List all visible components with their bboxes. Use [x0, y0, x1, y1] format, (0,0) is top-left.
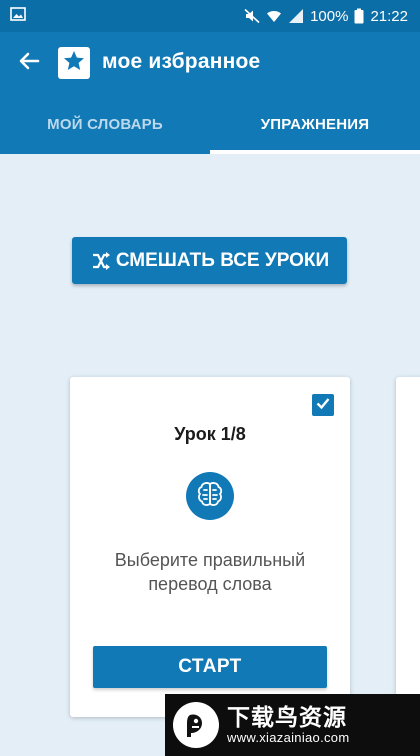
check-icon	[315, 395, 331, 416]
next-lesson-card[interactable]	[396, 377, 420, 717]
tab-exercises[interactable]: УПРАЖНЕНИЯ	[210, 94, 420, 154]
tab-my-dictionary[interactable]: МОЙ СЛОВАРЬ	[0, 94, 210, 154]
battery-percent: 100%	[310, 7, 349, 25]
battery-icon	[354, 8, 364, 24]
site-watermark: 下载鸟资源 www.xiazainiao.com	[165, 694, 420, 756]
mix-all-lessons-button[interactable]: СМЕШАТЬ ВСЕ УРОКИ	[72, 237, 347, 284]
wifi-icon	[266, 8, 282, 24]
app-bar: мое избранное	[0, 32, 420, 94]
exercise-description: Выберите правильный перевод слова	[114, 550, 306, 594]
lesson-checkbox[interactable]	[312, 394, 334, 416]
selected-tab-indicator	[210, 150, 420, 154]
brain-icon	[195, 479, 225, 514]
signal-icon	[288, 8, 304, 24]
page-title: мое избранное	[102, 50, 261, 73]
tab-bar: МОЙ СЛОВАРЬ УПРАЖНЕНИЯ	[0, 94, 420, 154]
start-button[interactable]: СТАРТ	[93, 646, 327, 688]
watermark-text: 下载鸟资源 www.xiazainiao.com	[227, 704, 349, 746]
status-indicators: 100% 21:22	[244, 5, 408, 27]
favorites-logo	[58, 47, 90, 79]
arrow-left-icon	[18, 50, 40, 77]
back-button[interactable]	[12, 46, 46, 80]
shuffle-icon	[90, 250, 112, 272]
star-icon	[62, 49, 86, 78]
exercise-icon-badge	[186, 472, 234, 520]
bird-logo-icon	[173, 702, 219, 748]
status-bar: 100% 21:22	[0, 0, 420, 32]
clock-time: 21:22	[370, 7, 408, 25]
mix-all-lessons-label: СМЕШАТЬ ВСЕ УРОКИ	[115, 249, 330, 271]
lesson-title: Урок 1/8	[174, 424, 246, 444]
watermark-url: www.xiazainiao.com	[227, 730, 350, 745]
gallery-notification-icon	[10, 6, 26, 22]
lesson-card: Урок 1/8 Выберите правильный перевод сло…	[70, 377, 350, 717]
watermark-main: 下载鸟资源	[227, 704, 347, 730]
mute-icon	[244, 8, 260, 24]
